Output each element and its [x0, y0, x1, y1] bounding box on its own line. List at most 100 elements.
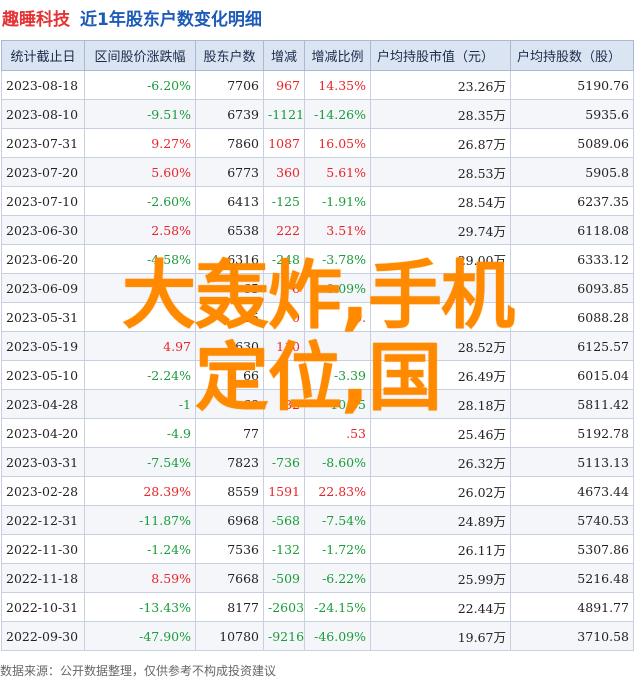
- cell-delta: -736: [263, 447, 305, 477]
- cell-change: -47.90%: [84, 621, 196, 651]
- col-header-delta[interactable]: 增减: [263, 40, 305, 71]
- cell-avg-value: 23.26万: [370, 70, 511, 100]
- table-row: 2023-02-28 28.39% 8559 1591 22.83% 26.02万 4673…: [1, 476, 634, 506]
- cell-holders: 8177: [195, 592, 264, 622]
- cell-avg-value: 26.02万: [370, 476, 511, 506]
- cell-delta-pct: 14.35%: [304, 70, 371, 100]
- table-row: 2022-09-30 -47.90% 10780 -9216 -46.09% 19.67万…: [1, 621, 634, 651]
- col-header-change[interactable]: 区间股价涨跌幅: [84, 40, 196, 71]
- cell-delta: -2603: [263, 592, 305, 622]
- cell-date: 2023-03-31: [1, 447, 85, 477]
- cell-avg-shares: 5190.76: [510, 70, 634, 100]
- cell-change: 8.59%: [84, 563, 196, 593]
- cell-avg-shares: 3710.58: [510, 621, 634, 651]
- overlay-line-2: 定位,国: [194, 335, 442, 421]
- page-title: 近1年股东户数变化明细: [80, 9, 262, 30]
- cell-avg-shares: 5905.8: [510, 157, 634, 187]
- cell-holders: 6968: [195, 505, 264, 535]
- table-row: 2022-10-31 -13.43% 8177 -2603 -24.15% 22.44万 4…: [1, 592, 634, 622]
- cell-date: 2023-02-28: [1, 476, 85, 506]
- cell-delta: -132: [263, 534, 305, 564]
- cell-delta: [263, 418, 305, 448]
- cell-holders: 7860: [195, 128, 264, 158]
- cell-date: 2023-07-31: [1, 128, 85, 158]
- cell-change: 5.60%: [84, 157, 196, 187]
- cell-change: -7.54%: [84, 447, 196, 477]
- cell-change: -1.24%: [84, 534, 196, 564]
- cell-change: -2.60%: [84, 186, 196, 216]
- col-header-holders[interactable]: 股东户数: [195, 40, 264, 71]
- cell-avg-value: 24.89万: [370, 505, 511, 535]
- table-row: 2023-07-20 5.60% 6773 360 5.61% 28.53万 5905.8: [1, 157, 634, 187]
- cell-delta-pct: -24.15%: [304, 592, 371, 622]
- cell-delta-pct: -1.72%: [304, 534, 371, 564]
- cell-date: 2022-12-31: [1, 505, 85, 535]
- col-header-delta-pct[interactable]: 增减比例: [304, 40, 371, 71]
- cell-delta: -125: [263, 186, 305, 216]
- cell-change: 9.27%: [84, 128, 196, 158]
- data-source-footer: 数据来源：公开数据整理，仅供参考不构成投资建议: [0, 664, 277, 678]
- cell-avg-shares: 6118.08: [510, 215, 634, 245]
- cell-avg-value: 28.54万: [370, 186, 511, 216]
- cell-delta: -1121: [263, 99, 305, 129]
- cell-delta: -509: [263, 563, 305, 593]
- cell-holders: 7668: [195, 563, 264, 593]
- cell-date: 2023-08-10: [1, 99, 85, 129]
- cell-avg-value: 26.32万: [370, 447, 511, 477]
- cell-avg-shares: 5307.86: [510, 534, 634, 564]
- cell-delta-pct: 22.83%: [304, 476, 371, 506]
- cell-delta-pct: -1.91%: [304, 186, 371, 216]
- overlay-line-1: 大轰炸,手机: [121, 253, 515, 339]
- col-header-avg-shares[interactable]: 户均持股数（股）: [510, 40, 634, 71]
- cell-avg-value: 28.53万: [370, 157, 511, 187]
- cell-holders: 10780: [195, 621, 264, 651]
- cell-date: 2023-06-30: [1, 215, 85, 245]
- table-row: 2022-11-18 8.59% 7668 -509 -6.22% 25.99万 5216.…: [1, 563, 634, 593]
- cell-change: 28.39%: [84, 476, 196, 506]
- cell-avg-value: 22.44万: [370, 592, 511, 622]
- cell-delta-pct: -6.22%: [304, 563, 371, 593]
- cell-holders: 6739: [195, 99, 264, 129]
- cell-delta-pct: 5.61%: [304, 157, 371, 187]
- cell-avg-value: 29.74万: [370, 215, 511, 245]
- cell-avg-shares: 5192.78: [510, 418, 634, 448]
- col-header-date[interactable]: 统计截止日: [1, 40, 85, 71]
- cell-avg-shares: 5113.13: [510, 447, 634, 477]
- cell-holders: 6538: [195, 215, 264, 245]
- table-row: 2023-08-18 -6.20% 7706 967 14.35% 23.26万 5190.…: [1, 70, 634, 100]
- cell-delta-pct: -46.09%: [304, 621, 371, 651]
- cell-change: -6.20%: [84, 70, 196, 100]
- cell-delta: -9216: [263, 621, 305, 651]
- cell-change: -11.87%: [84, 505, 196, 535]
- cell-holders: 77: [195, 418, 264, 448]
- table-row: 2023-07-31 9.27% 7860 1087 16.05% 26.87万 5089.…: [1, 128, 634, 158]
- cell-avg-value: 26.11万: [370, 534, 511, 564]
- cell-holders: 7536: [195, 534, 264, 564]
- cell-date: 2022-09-30: [1, 621, 85, 651]
- cell-avg-value: 26.87万: [370, 128, 511, 158]
- cell-avg-value: 28.35万: [370, 99, 511, 129]
- cell-date: 2023-04-20: [1, 418, 85, 448]
- cell-delta-pct: -7.54%: [304, 505, 371, 535]
- cell-delta-pct: -8.60%: [304, 447, 371, 477]
- cell-delta-pct: .53: [304, 418, 371, 448]
- cell-avg-shares: 4891.77: [510, 592, 634, 622]
- cell-date: 2022-11-18: [1, 563, 85, 593]
- cell-delta: 1087: [263, 128, 305, 158]
- cell-avg-shares: 5089.06: [510, 128, 634, 158]
- cell-holders: 7706: [195, 70, 264, 100]
- cell-delta-pct: 16.05%: [304, 128, 371, 158]
- cell-delta: 967: [263, 70, 305, 100]
- col-header-avg-value[interactable]: 户均持股市值（元）: [370, 40, 511, 71]
- table-row: 2023-07-10 -2.60% 6413 -125 -1.91% 28.54万 6237…: [1, 186, 634, 216]
- cell-delta-pct: 3.51%: [304, 215, 371, 245]
- table-row: 2023-06-30 2.58% 6538 222 3.51% 29.74万 6118.08: [1, 215, 634, 245]
- cell-date: 2023-07-10: [1, 186, 85, 216]
- cell-avg-value: 25.99万: [370, 563, 511, 593]
- table-row: 2023-04-20 -4.9 77 .53 25.46万 5192.78: [1, 418, 634, 448]
- cell-change: -9.51%: [84, 99, 196, 129]
- cell-date: 2022-10-31: [1, 592, 85, 622]
- cell-change: -4.9: [84, 418, 196, 448]
- cell-delta: -568: [263, 505, 305, 535]
- company-name: 趣睡科技: [2, 9, 70, 30]
